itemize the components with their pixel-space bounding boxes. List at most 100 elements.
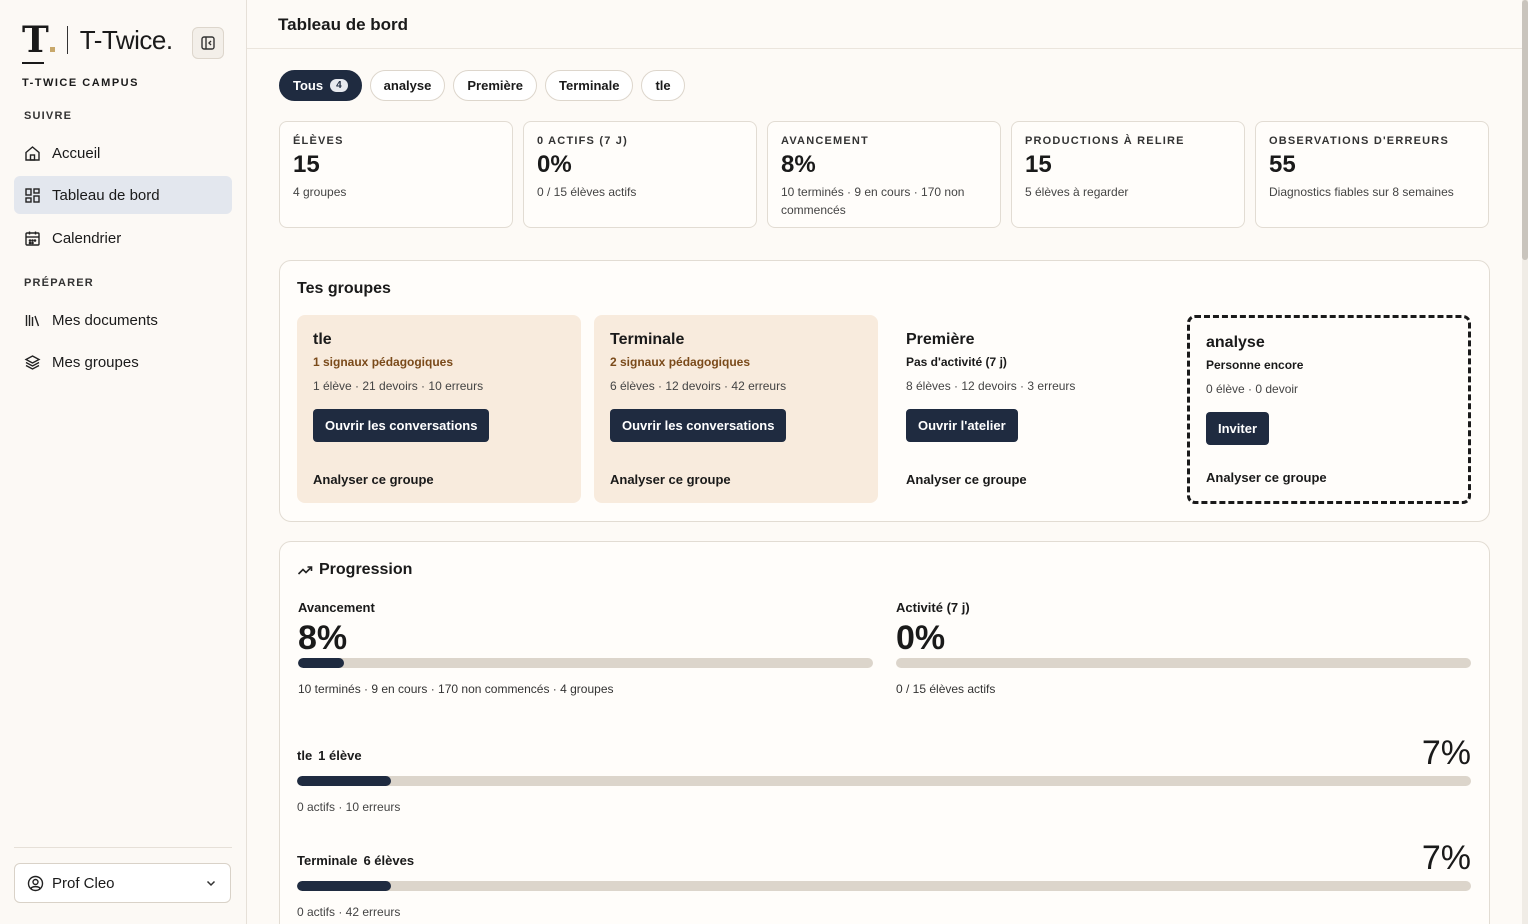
chip-label: analyse [383, 78, 432, 93]
stat-value: 15 [293, 151, 320, 178]
sidebar-divider [14, 847, 232, 848]
progress-bar [297, 881, 1471, 891]
group-progress-row-tle: tle 1 élève 7% 0 actifs · 10 erreurs [297, 734, 1471, 814]
filter-chip-premiere[interactable]: Première [453, 70, 538, 101]
user-circle-icon [27, 875, 44, 891]
group-progress-row-terminale: Terminale 6 élèves 7% 0 actifs · 42 erreu… [297, 839, 1471, 919]
stat-sub: 10 terminés · 9 en cours · 170 non comme… [781, 185, 965, 217]
sidebar-item-label: Mes groupes [52, 353, 139, 371]
progression-title-text: Progression [319, 561, 413, 578]
progress-label: Avancement [298, 600, 375, 615]
progress-bar [896, 658, 1471, 668]
stat-card-actifs: 0 actifs (7 j) 0% 0 / 15 élèves actifs [523, 121, 757, 228]
profile-menu[interactable]: Prof Cleo [14, 863, 231, 903]
progress-bar-fill [297, 881, 391, 891]
stat-sub: Diagnostics fiables sur 8 semaines [1269, 185, 1454, 199]
scrollbar[interactable] [1522, 0, 1528, 924]
stat-sub: 0 / 15 élèves actifs [537, 185, 637, 199]
sidebar-item-tableau-de-bord[interactable]: Tableau de bord [14, 176, 232, 214]
invite-button[interactable]: Inviter [1206, 412, 1270, 445]
open-conversations-button[interactable]: Ouvrir les conversations [610, 409, 787, 442]
group-meta: 8 élèves · 12 devoirs · 3 erreurs [906, 379, 1076, 393]
group-name: tle [313, 331, 332, 348]
progression-panel-title: Progression [297, 561, 412, 579]
chevron-down-icon [206, 880, 216, 887]
sidebar-item-label: Calendrier [52, 229, 122, 247]
chip-label: Première [467, 78, 524, 93]
stat-label: Avancement [781, 135, 869, 147]
chip-count: 4 [330, 79, 348, 92]
progress-bar-fill [297, 776, 391, 786]
section-follow-label: SUIVRE [24, 110, 73, 122]
group-filters: Tous 4 analyse Première Terminale tle [279, 70, 685, 101]
analyze-group-link[interactable]: Analyser ce groupe [1206, 470, 1327, 485]
group-meta: 0 élève · 0 devoir [1206, 382, 1299, 396]
groups-panel-title: Tes groupes [297, 280, 391, 297]
filter-chip-analyse[interactable]: analyse [369, 70, 446, 101]
logo-text: T-Twice. [79, 24, 173, 55]
progression-panel: Progression Avancement 8% 10 terminés · … [279, 541, 1490, 924]
filter-chip-tous[interactable]: Tous 4 [279, 70, 362, 101]
logo[interactable]: T T-Twice. [22, 22, 173, 58]
group-name: Terminale [610, 331, 685, 348]
progress-bar-fill [298, 658, 344, 668]
group-card-terminale: Terminale 2 signaux pédagogiques 6 élève… [594, 315, 878, 503]
analyze-group-link[interactable]: Analyser ce groupe [313, 472, 434, 487]
stat-label: 0 actifs (7 j) [537, 135, 628, 147]
home-icon [25, 145, 40, 161]
logo-underline [22, 62, 44, 64]
stat-card-eleves: Élèves 15 4 groupes [279, 121, 513, 228]
stat-value: 0% [537, 151, 572, 178]
top-bar: Tableau de bord [247, 0, 1522, 49]
sidebar-item-calendrier[interactable]: Calendrier [14, 219, 232, 257]
analyze-group-link[interactable]: Analyser ce groupe [906, 472, 1027, 487]
dashboard-icon [25, 187, 40, 203]
activity-progress: Activité (7 j) 0% 0 / 15 élèves actifs [896, 600, 1471, 696]
group-progress-pct: 7% [1421, 839, 1471, 877]
library-icon [25, 314, 40, 326]
groups-panel: Tes groupes tle 1 signaux pédagogiques 1… [279, 260, 1490, 522]
progress-value: 0% [896, 619, 946, 657]
sidebar-item-label: Tableau de bord [52, 186, 160, 204]
analyze-group-link[interactable]: Analyser ce groupe [610, 472, 731, 487]
open-conversations-button[interactable]: Ouvrir les conversations [313, 409, 490, 442]
group-progress-name: Terminale 6 élèves [297, 853, 1471, 868]
group-signal: 1 signaux pédagogiques [313, 355, 454, 369]
overall-progress: Avancement 8% 10 terminés · 9 en cours ·… [298, 600, 873, 696]
scrollbar-thumb[interactable] [1522, 0, 1528, 260]
group-name: analyse [1206, 334, 1265, 351]
sidebar-item-mes-documents[interactable]: Mes documents [14, 301, 232, 339]
filter-chip-terminale[interactable]: Terminale [545, 70, 634, 101]
logo-separator [66, 26, 68, 54]
sidebar: T T-Twice. T-TWICE CAMPUS SUIVRE Accueil… [0, 0, 247, 924]
progress-label: Activité (7 j) [896, 600, 970, 615]
sidebar-item-label: Mes documents [52, 311, 158, 329]
page-title: Tableau de bord [278, 15, 409, 34]
group-signal: Pas d'activité (7 j) [906, 355, 1007, 369]
group-progress-name: tle 1 élève [297, 748, 1471, 763]
group-progress-desc: 0 actifs · 42 erreurs [297, 905, 401, 919]
stat-value: 15 [1025, 151, 1052, 178]
chip-label: Terminale [559, 78, 620, 93]
stat-value: 55 [1269, 151, 1296, 178]
open-workshop-button[interactable]: Ouvrir l'atelier [906, 409, 1018, 442]
stat-value: 8% [781, 151, 816, 178]
filter-chip-tle[interactable]: tle [641, 70, 685, 101]
stat-label: Observations d'erreurs [1269, 135, 1449, 147]
group-progress-count: 1 élève [318, 748, 362, 763]
group-card-tle: tle 1 signaux pédagogiques 1 élève · 21 … [297, 315, 581, 503]
sidebar-item-accueil[interactable]: Accueil [14, 134, 232, 172]
group-meta: 1 élève · 21 devoirs · 10 erreurs [313, 379, 484, 393]
group-signal: 2 signaux pédagogiques [610, 355, 751, 369]
sidebar-item-mes-groupes[interactable]: Mes groupes [14, 343, 232, 381]
group-progress-count: 6 élèves [363, 853, 415, 868]
group-progress-desc: 0 actifs · 10 erreurs [297, 800, 401, 814]
group-card-analyse: analyse Personne encore 0 élève · 0 devo… [1187, 315, 1471, 504]
group-signal: Personne encore [1206, 358, 1304, 372]
progress-value: 8% [298, 619, 348, 657]
trending-up-icon [297, 566, 313, 575]
stat-card-avancement: Avancement 8% 10 terminés · 9 en cours ·… [767, 121, 1001, 228]
progress-desc: 10 terminés · 9 en cours · 170 non comme… [298, 682, 614, 696]
collapse-sidebar-button[interactable] [192, 27, 224, 59]
stat-sub: 5 élèves à regarder [1025, 185, 1129, 199]
